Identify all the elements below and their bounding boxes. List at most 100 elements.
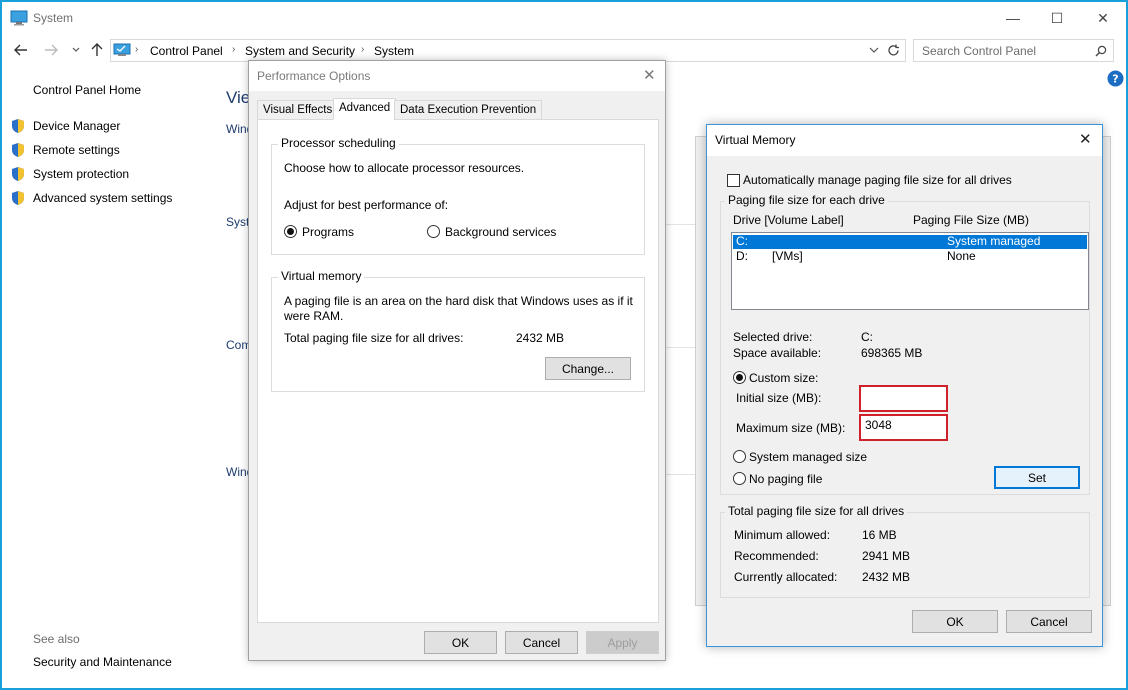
drive-size: None xyxy=(947,249,976,263)
minimize-button[interactable]: — xyxy=(998,6,1028,30)
maximum-size-label: Maximum size (MB): xyxy=(736,421,846,435)
sidebar-item-device-manager[interactable]: Device Manager xyxy=(33,119,120,133)
search-placeholder: Search Control Panel xyxy=(922,44,1037,58)
performance-options-dialog: Performance Options ✕ Visual Effects Pro… xyxy=(248,60,666,661)
apply-button[interactable]: Apply xyxy=(586,631,659,654)
currently-allocated-value: 2432 MB xyxy=(862,570,911,584)
address-dropdown-icon[interactable] xyxy=(869,47,879,54)
shield-icon xyxy=(11,142,25,158)
vmem-desc-line1: A paging file is an area on the hard dis… xyxy=(284,294,633,308)
page-heading-fragment: View xyxy=(226,88,250,107)
group-legend: Virtual memory xyxy=(278,269,365,283)
minimum-allowed-label: Minimum allowed: xyxy=(734,528,831,542)
ok-button[interactable]: OK xyxy=(912,610,998,633)
svg-text:?: ? xyxy=(1112,73,1118,86)
address-bar[interactable]: › Control Panel › System and Security › … xyxy=(110,39,906,62)
currently-allocated-label: Currently allocated: xyxy=(734,570,838,584)
section-fragment-computer: Com xyxy=(226,338,250,352)
cancel-button[interactable]: Cancel xyxy=(505,631,578,654)
background-services-label: Background services xyxy=(445,225,557,239)
minimum-allowed-value: 16 MB xyxy=(862,528,897,542)
shield-icon xyxy=(11,166,25,182)
total-paging-label: Total paging file size for all drives: xyxy=(284,331,464,345)
adjust-label: Adjust for best performance of: xyxy=(284,198,449,212)
total-paging-group: Total paging file size for all drives Mi… xyxy=(720,504,1090,598)
group-legend: Processor scheduling xyxy=(278,136,399,150)
total-paging-value: 2432 MB xyxy=(516,331,565,345)
drive-letter: C: xyxy=(736,234,748,248)
breadcrumb-system[interactable]: System xyxy=(374,44,414,58)
processor-desc: Choose how to allocate processor resourc… xyxy=(284,161,525,175)
space-available-label: Space available: xyxy=(733,346,822,360)
dialog-title: Virtual Memory xyxy=(715,133,796,147)
dialog-titlebar: Virtual Memory ✕ xyxy=(707,125,1102,156)
tab-advanced[interactable]: Advanced xyxy=(333,98,397,120)
close-icon[interactable]: ✕ xyxy=(1079,130,1092,148)
set-button[interactable]: Set xyxy=(994,466,1080,489)
cancel-button[interactable]: Cancel xyxy=(1006,610,1092,633)
auto-manage-checkbox[interactable] xyxy=(727,174,740,187)
group-legend: Paging file size for each drive xyxy=(725,193,888,207)
dialog-titlebar: Performance Options ✕ xyxy=(249,61,665,91)
recommended-label: Recommended: xyxy=(734,549,819,563)
up-arrow-icon[interactable] xyxy=(90,43,104,57)
breadcrumb-separator-icon: › xyxy=(232,44,236,55)
breadcrumb-separator-icon: › xyxy=(361,44,365,55)
section-fragment-windows: Wind xyxy=(226,122,250,136)
advanced-tab-panel: Processor scheduling Choose how to alloc… xyxy=(257,119,659,623)
initial-size-input[interactable] xyxy=(859,385,948,412)
vmem-desc-line2: were RAM. xyxy=(284,309,344,323)
programs-radio[interactable] xyxy=(284,225,297,238)
column-header-drive: Drive [Volume Label] xyxy=(733,213,844,227)
forward-arrow-icon[interactable] xyxy=(44,43,58,57)
breadcrumb-system-security[interactable]: System and Security xyxy=(245,44,355,58)
control-panel-home-link[interactable]: Control Panel Home xyxy=(33,83,141,97)
change-button[interactable]: Change... xyxy=(545,357,631,380)
section-fragment-activation: Wind xyxy=(226,465,250,479)
processor-scheduling-group: Processor scheduling Choose how to alloc… xyxy=(271,136,645,255)
background-services-radio[interactable] xyxy=(427,225,440,238)
section-fragment-system: Syste xyxy=(226,215,250,229)
virtual-memory-group: Virtual memory A paging file is an area … xyxy=(271,269,645,392)
column-header-size: Paging File Size (MB) xyxy=(913,213,1030,227)
search-icon[interactable] xyxy=(1095,45,1107,57)
search-input[interactable]: Search Control Panel xyxy=(913,39,1114,62)
tab-visual-effects[interactable]: Visual Effects xyxy=(257,100,339,120)
ok-button[interactable]: OK xyxy=(424,631,497,654)
sidebar-item-advanced-system-settings[interactable]: Advanced system settings xyxy=(33,191,172,205)
system-managed-label: System managed size xyxy=(749,450,868,464)
sidebar-item-remote-settings[interactable]: Remote settings xyxy=(33,143,120,157)
initial-size-label: Initial size (MB): xyxy=(736,391,822,405)
space-available-value: 698365 MB xyxy=(861,346,923,360)
close-button[interactable]: ✕ xyxy=(1088,6,1118,30)
breadcrumb-control-panel[interactable]: Control Panel xyxy=(150,44,223,58)
system-computer-icon xyxy=(10,10,28,26)
custom-size-label: Custom size: xyxy=(749,371,819,385)
window-title: System xyxy=(33,11,74,25)
sidebar-item-system-protection[interactable]: System protection xyxy=(33,167,129,181)
help-icon[interactable]: ? xyxy=(1107,70,1124,87)
see-also-label: See also xyxy=(33,632,80,646)
auto-manage-label: Automatically manage paging file size fo… xyxy=(743,173,1012,187)
control-panel-icon xyxy=(113,43,131,58)
maximum-size-input[interactable]: 3048 xyxy=(859,414,948,441)
tab-data-execution-prevention[interactable]: Data Execution Prevention xyxy=(394,100,543,120)
custom-size-radio[interactable] xyxy=(733,371,746,384)
no-paging-file-label: No paging file xyxy=(749,472,823,486)
drive-letter: D: xyxy=(736,249,748,263)
drive-list[interactable]: C: System managed D: [VMs] None xyxy=(731,232,1089,310)
security-maintenance-link[interactable]: Security and Maintenance xyxy=(33,655,172,669)
recommended-value: 2941 MB xyxy=(862,549,911,563)
back-arrow-icon[interactable] xyxy=(14,43,28,57)
close-icon[interactable]: ✕ xyxy=(643,66,656,84)
system-managed-radio[interactable] xyxy=(733,450,746,463)
virtual-memory-dialog: Virtual Memory ✕ Automatically manage pa… xyxy=(706,124,1103,647)
recent-dropdown-icon[interactable] xyxy=(72,47,80,53)
no-paging-file-radio[interactable] xyxy=(733,472,746,485)
shield-icon xyxy=(11,190,25,206)
paging-file-group: Paging file size for each drive Drive [V… xyxy=(720,193,1090,495)
maximize-button[interactable]: ☐ xyxy=(1042,6,1072,30)
drive-size: System managed xyxy=(947,234,1041,248)
drive-label: [VMs] xyxy=(772,249,803,263)
refresh-icon[interactable] xyxy=(887,44,900,57)
